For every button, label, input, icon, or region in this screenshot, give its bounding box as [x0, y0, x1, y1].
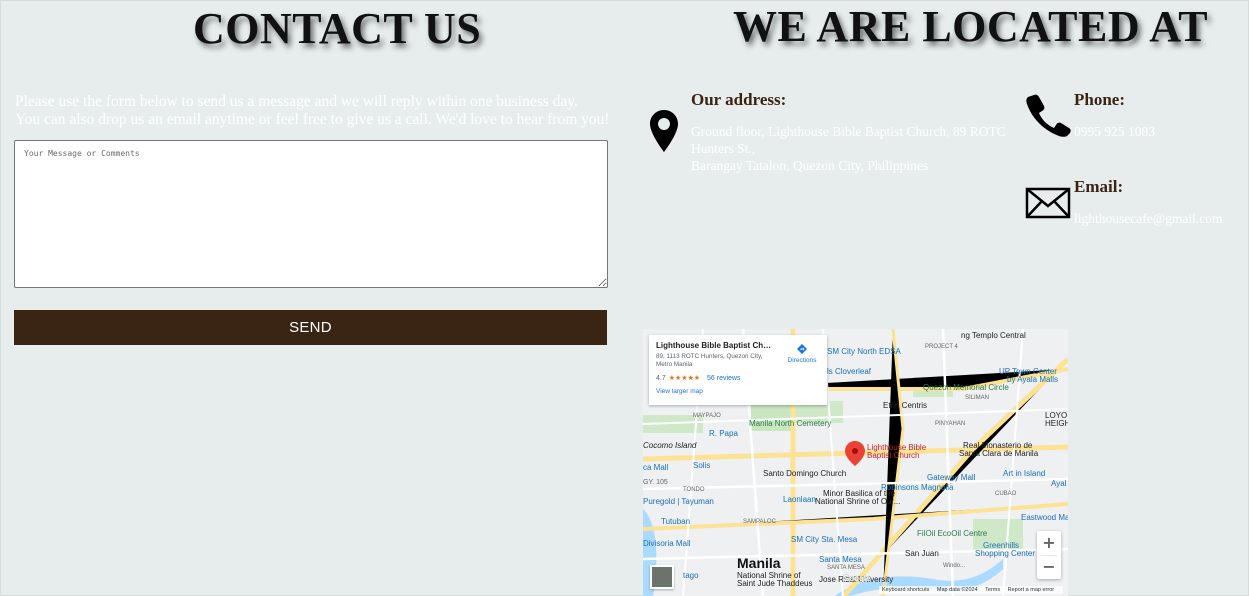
map-label: Eastwood Mall [1021, 513, 1068, 522]
map-label: SM City Sta. Mesa [791, 535, 858, 544]
map-label: tago [683, 571, 699, 580]
view-larger-map-link[interactable]: View larger map [656, 388, 820, 395]
map-label: CUBAO [995, 491, 1017, 497]
map-label: Windo... [943, 563, 966, 569]
map-label: Eton Centris [883, 401, 928, 410]
address-line-1: Ground floor, Lighthouse Bible Baptist C… [691, 124, 1006, 156]
map-label: Tutuban [661, 517, 691, 526]
contact-intro-text: Please use the form below to send us a m… [15, 93, 610, 129]
send-button[interactable]: SEND [14, 310, 607, 345]
map-label: Santo Domingo Church [763, 469, 847, 478]
zoom-in-button[interactable]: + [1037, 531, 1061, 555]
message-textarea[interactable] [14, 140, 608, 288]
place-address: 89, 1113 ROTC Hunters, Quezon City, Metr… [656, 353, 763, 368]
directions-label: Directions [787, 357, 817, 364]
map-pin-label-2: Baptist Church [867, 451, 920, 460]
map-label: GY. 105 [643, 479, 668, 486]
email-value: lighthousecafe@gmail.com [1074, 211, 1223, 226]
map-label: SANTA MESA [827, 565, 865, 571]
map-label: SAMPALOC [743, 519, 776, 525]
address-value: Ground floor, Lighthouse Bible Baptist C… [691, 123, 1011, 174]
phone-value: 0995 925 1083 [1074, 124, 1155, 139]
map-label: Manila North Cemetery [749, 419, 832, 428]
google-logo: Google [843, 574, 871, 583]
map-data-credit: Map data ©2024 [936, 587, 978, 593]
map-label: San Juan [905, 549, 939, 558]
map-label: Santa Mesa [819, 555, 862, 564]
google-map-embed[interactable]: ng Templo Central PROJECT 4 SM City Nort… [643, 329, 1068, 596]
intro-line-1: Please use the form below to send us a m… [15, 93, 578, 110]
map-label: MAYPAJO [693, 413, 721, 419]
map-label: Shopping Center [975, 549, 1036, 558]
map-footer: Keyboard shortcuts Map data ©2024 Terms … [879, 586, 1064, 594]
terms-link[interactable]: Terms [985, 587, 1000, 593]
reviews-link[interactable]: 56 reviews [707, 375, 740, 382]
located-at-title: WE ARE LOCATED AT [733, 2, 1209, 51]
report-map-error-link[interactable]: Report a map error [1008, 587, 1054, 593]
directions-icon [797, 344, 807, 354]
map-label: Solis [693, 461, 711, 470]
map-zoom-control: + − [1037, 531, 1061, 579]
map-label: Saint Jude Thaddeus [737, 579, 813, 588]
place-name: Lighthouse Bible Baptist Chur... [656, 341, 774, 350]
map-label: National Shrine of Our... [815, 497, 901, 506]
zoom-divider [1041, 555, 1057, 556]
place-rating: 4.7 ★★★★★ 56 reviews [656, 374, 820, 382]
directions-button[interactable]: Directions [785, 343, 819, 364]
map-label: SILIMAN [965, 395, 990, 401]
address-label: Our address: [691, 90, 787, 109]
map-label: PINYAHAN [935, 421, 966, 427]
map-label: PROJECT 4 [925, 344, 958, 350]
map-label: TONDO [683, 487, 705, 493]
location-pin-icon [650, 110, 678, 152]
email-label: Email: [1074, 177, 1124, 196]
map-label: Art in Island [1003, 469, 1046, 478]
intro-line-2: You can also drop us an email anytime or… [15, 111, 610, 128]
map-label: HEIGH [1045, 419, 1068, 428]
map-label: ls Cloverleaf [827, 367, 872, 376]
keyboard-shortcuts-link[interactable]: Keyboard shortcuts [882, 587, 929, 593]
map-label: Santa Clara de Manila [959, 449, 1039, 458]
map-label: ca Mall [643, 463, 669, 472]
satellite-toggle[interactable] [650, 565, 674, 589]
map-label: Laonlaan [783, 495, 816, 504]
phone-label: Phone: [1074, 90, 1125, 109]
map-label: ng Templo Central [961, 331, 1026, 340]
address-line-2: Barangay Tatalon, Quezon City, Philippin… [691, 158, 929, 173]
map-label: Ayal [1051, 479, 1067, 488]
map-label: Quezon Memorial Circle [923, 383, 1009, 392]
zoom-out-button[interactable]: − [1037, 555, 1061, 579]
rating-stars: ★★★★★ [668, 375, 701, 382]
map-label: Puregold | Tayuman [643, 497, 714, 506]
rating-value: 4.7 [656, 375, 666, 382]
map-label: R. Papa [709, 429, 738, 438]
map-city-label-manila: Manila [737, 555, 781, 571]
mail-icon [1025, 187, 1071, 219]
map-label: FilOil EcoOil Centre [917, 529, 988, 538]
map-label: by Ayala Malls [1007, 375, 1058, 384]
phone-icon [1026, 94, 1071, 137]
map-label: Gateway Mall [927, 473, 976, 482]
map-place-card: Lighthouse Bible Baptist Chur... 89, 111… [649, 335, 827, 405]
contact-us-title: CONTACT US [193, 4, 482, 53]
map-label: Cocomo Island [643, 441, 697, 450]
map-label: Divisoria Mall [643, 539, 691, 548]
map-label: SM City North EDSA [827, 347, 901, 356]
